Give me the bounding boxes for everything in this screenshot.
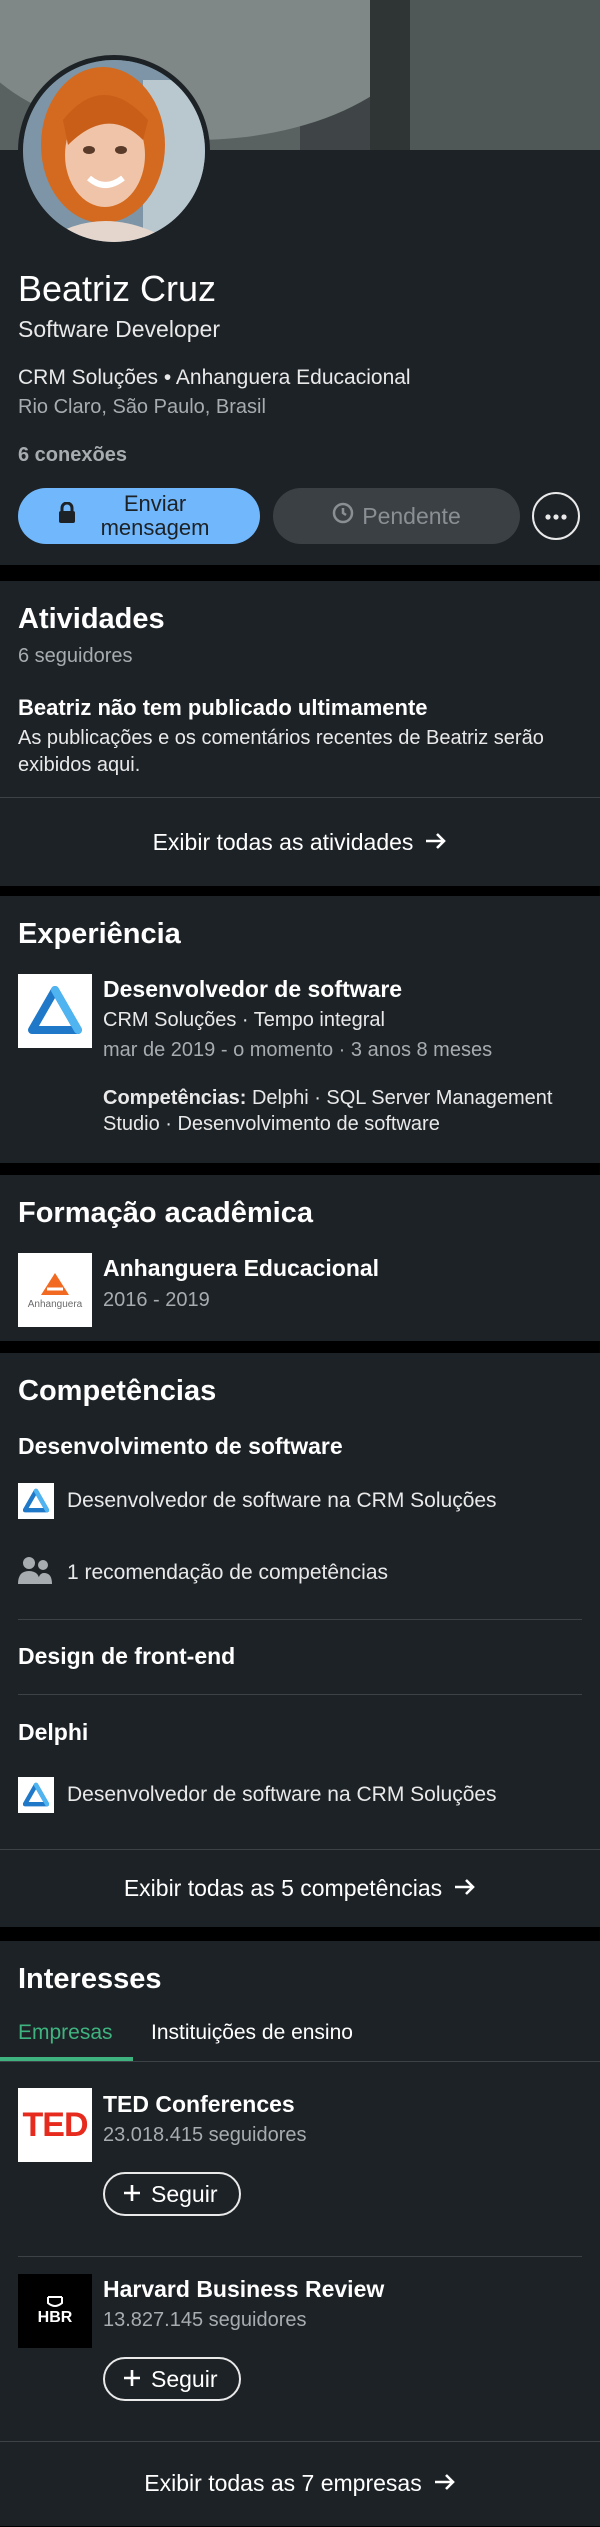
- show-all-skills-link[interactable]: Exibir todas as 5 competências: [0, 1850, 600, 1927]
- company-followers: 13.827.145 seguidores: [103, 2309, 307, 2331]
- show-all-companies-link[interactable]: Exibir todas as 7 empresas: [0, 2442, 600, 2524]
- anhanguera-logo-text: Anhanguera: [27, 1298, 83, 1310]
- follow-button[interactable]: Seguir: [103, 2357, 242, 2401]
- send-message-label: Enviar mensagem: [100, 491, 210, 540]
- arrow-right-icon: [434, 2470, 456, 2497]
- company-name[interactable]: Harvard Business Review: [103, 2276, 384, 2303]
- education-title: Formação acadêmica: [18, 1197, 313, 1229]
- experience-section: Experiência Desenvolvedor de software CR…: [0, 896, 600, 1163]
- profile-company-line[interactable]: CRM Soluções • Anhanguera Educacional: [18, 366, 411, 390]
- skills-section: Competências Desenvolvimento de software…: [0, 1353, 600, 1927]
- hbr-logo-text: HBR: [37, 2309, 73, 2326]
- skill-name[interactable]: Design de front-end: [18, 1643, 235, 1670]
- follow-button[interactable]: Seguir: [103, 2172, 242, 2216]
- follow-label: Seguir: [151, 2365, 218, 2392]
- tab-companies[interactable]: Empresas: [0, 2015, 133, 2061]
- crm-solucoes-logo: [18, 1483, 54, 1519]
- company-name[interactable]: TED Conferences: [103, 2091, 295, 2118]
- profile-headline: Software Developer: [18, 316, 220, 342]
- interests-section: Interesses Empresas Instituições de ensi…: [0, 1941, 600, 2526]
- hbr-logo[interactable]: HBR: [18, 2274, 92, 2348]
- arrow-right-icon: [454, 1875, 476, 1902]
- activity-empty-text: As publicações e os comentários recentes…: [18, 727, 544, 776]
- tab-companies-label: Empresas: [18, 2021, 113, 2044]
- people-icon: [18, 1556, 52, 1589]
- education-years: 2016 - 2019: [103, 1289, 210, 1311]
- plus-icon: [123, 2366, 141, 2393]
- experience-role[interactable]: Desenvolvedor de software: [103, 976, 402, 1003]
- skill-name[interactable]: Delphi: [18, 1719, 88, 1746]
- follow-label: Seguir: [151, 2180, 218, 2207]
- ted-logo-text: TED: [22, 2105, 89, 2144]
- skill-endorsement[interactable]: 1 recomendação de competências: [67, 1561, 388, 1585]
- connections-count[interactable]: 6 conexões: [18, 444, 127, 467]
- send-message-button[interactable]: Enviar mensagem: [18, 488, 260, 544]
- crm-solucoes-logo[interactable]: [18, 974, 92, 1048]
- profile-page: Beatriz Cruz Software Developer CRM Solu…: [0, 0, 600, 2527]
- pending-button[interactable]: Pendente: [273, 488, 520, 544]
- clock-icon: [332, 502, 354, 530]
- tab-schools-label: Instituições de ensino: [151, 2021, 353, 2044]
- show-all-activity-label: Exibir todas as atividades: [152, 828, 414, 855]
- skill-context: Desenvolvedor de software na CRM Soluçõe…: [67, 1489, 497, 1512]
- show-all-skills-label: Exibir todas as 5 competências: [123, 1875, 443, 1901]
- avatar[interactable]: [18, 55, 210, 247]
- skill-name[interactable]: Desenvolvimento de software: [18, 1433, 343, 1460]
- activity-followers: 6 seguidores: [18, 645, 133, 667]
- experience-title: Experiência: [18, 918, 181, 950]
- plus-icon: [123, 2181, 141, 2208]
- skill-context: Desenvolvedor de software na CRM Soluçõe…: [67, 1783, 497, 1806]
- experience-company: CRM Soluções · Tempo integral: [103, 1009, 385, 1031]
- ted-logo[interactable]: TED: [18, 2088, 92, 2162]
- education-section: Formação acadêmica Anhanguera Anhanguera…: [0, 1175, 600, 1341]
- profile-name: Beatriz Cruz: [18, 268, 217, 309]
- activity-section: Atividades 6 seguidores Beatriz não tem …: [0, 581, 600, 886]
- profile-card: Beatriz Cruz Software Developer CRM Solu…: [0, 0, 600, 565]
- anhanguera-logo[interactable]: Anhanguera: [18, 1253, 92, 1327]
- skills-label: Competências:: [103, 1087, 247, 1109]
- activity-empty-title: Beatriz não tem publicado ultimamente: [18, 695, 428, 720]
- experience-skills: Competências: Delphi · SQL Server Manage…: [103, 1085, 583, 1137]
- crm-solucoes-logo: [18, 1777, 54, 1813]
- activity-title: Atividades: [18, 603, 165, 635]
- lock-icon: [58, 501, 76, 530]
- skills-title: Competências: [18, 1375, 217, 1407]
- show-all-companies-label: Exibir todas as 7 empresas: [144, 2469, 422, 2496]
- interests-title: Interesses: [18, 1963, 162, 1995]
- profile-location: Rio Claro, São Paulo, Brasil: [18, 396, 266, 418]
- pending-label: Pendente: [362, 502, 461, 529]
- experience-dates: mar de 2019 - o momento · 3 anos 8 meses: [103, 1039, 493, 1061]
- arrow-right-icon: [425, 829, 447, 856]
- more-icon: [545, 507, 567, 525]
- show-all-activity-link[interactable]: Exibir todas as atividades: [0, 798, 600, 886]
- more-options-button[interactable]: [532, 492, 580, 540]
- company-followers: 23.018.415 seguidores: [103, 2124, 307, 2146]
- education-school[interactable]: Anhanguera Educacional: [103, 1255, 379, 1282]
